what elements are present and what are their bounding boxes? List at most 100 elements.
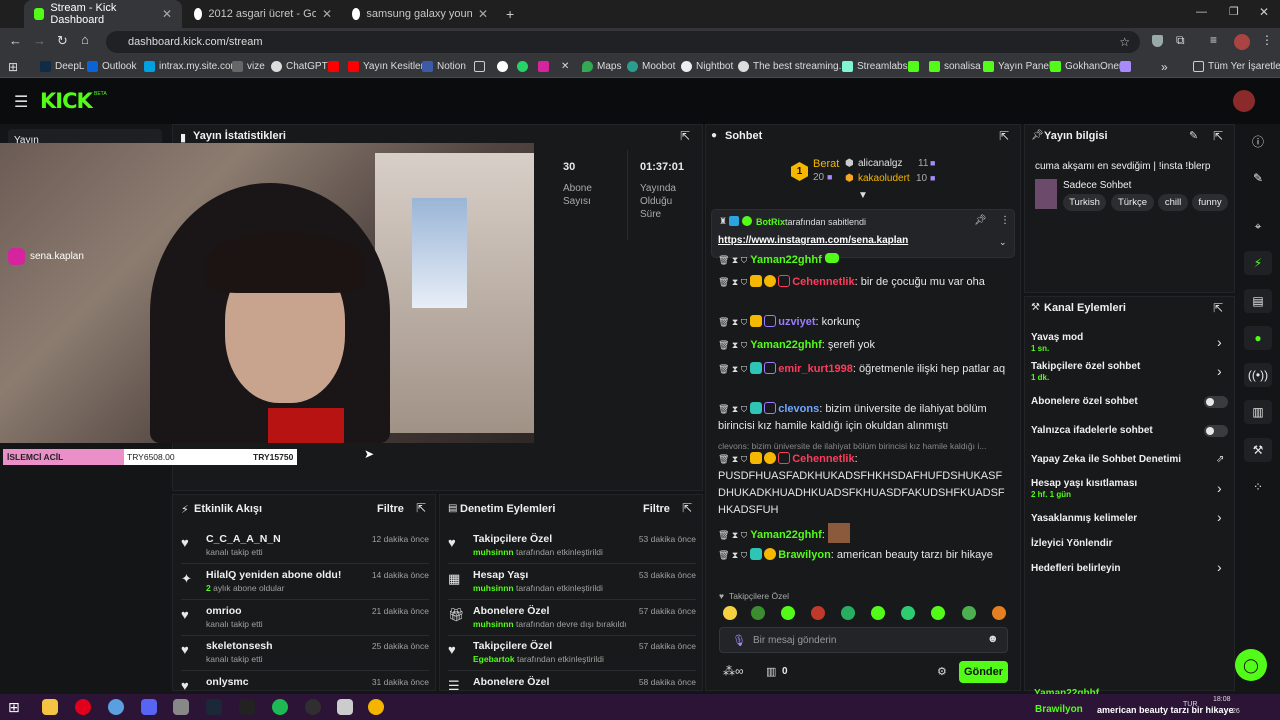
tag-pill[interactable]: chill xyxy=(1158,194,1188,211)
edit-icon[interactable]: ✎ xyxy=(1244,166,1272,190)
tag-pill[interactable]: Türkçe xyxy=(1111,194,1154,211)
info-icon[interactable]: ⓘ xyxy=(1244,129,1272,153)
apps-grid-icon[interactable]: ⊞ xyxy=(8,60,18,74)
tab-google-search-2[interactable]: samsung galaxy young - Googl ✕ xyxy=(342,0,498,28)
epic-games-icon[interactable] xyxy=(239,699,255,715)
bookmark-x[interactable]: ✕ xyxy=(561,61,569,72)
follower-chat-action[interactable]: Takipçilere özel sohbet 1 dk. xyxy=(1031,361,1140,382)
user-avatar[interactable] xyxy=(1233,90,1255,112)
media-control-icon[interactable]: ≡ xyxy=(1210,33,1217,47)
gifter-name[interactable]: kakaoludert xyxy=(858,173,910,184)
popout-icon[interactable]: ⇱ xyxy=(1213,129,1223,143)
emote-8-icon[interactable] xyxy=(931,606,945,620)
chat-message-input[interactable]: 🎙︎ Bir mesaj gönderin ☻ xyxy=(719,627,1008,653)
bookmark-nightbot[interactable]: Nightbot xyxy=(681,61,733,72)
popout-icon[interactable]: ⇱ xyxy=(680,129,690,143)
stream-info-icon[interactable]: ▥ xyxy=(1244,400,1272,424)
popout-icon[interactable]: ⇱ xyxy=(999,129,1009,143)
raid-action[interactable]: İzleyici Yönlendir xyxy=(1031,538,1113,549)
extensions-puzzle-icon[interactable]: ⧉ xyxy=(1176,33,1185,48)
activity-lightning-icon[interactable]: ⚡ xyxy=(1244,251,1272,275)
emote-7-icon[interactable] xyxy=(901,606,915,620)
popout-icon[interactable]: ⇱ xyxy=(1213,301,1223,315)
obs-icon[interactable] xyxy=(305,699,321,715)
gift-icon[interactable]: ▥ xyxy=(766,665,776,678)
tab-kick-dashboard[interactable]: Stream - Kick Dashboard ✕ xyxy=(24,0,182,28)
tag-pill[interactable]: funny xyxy=(1192,194,1228,211)
popout-icon[interactable]: ⇱ xyxy=(682,501,692,515)
tab-google-search-1[interactable]: 2012 asgari ücret - Google'da A ✕ xyxy=(184,0,342,28)
bookmark-streaming[interactable]: The best streaming... xyxy=(738,61,847,72)
reload-icon[interactable]: ↻ xyxy=(57,33,68,49)
account-age-action[interactable]: Hesap yaşı kısıtlaması 2 hf. 1 gün xyxy=(1031,478,1137,499)
bookmark-kick[interactable] xyxy=(908,61,919,72)
spotify-icon[interactable] xyxy=(272,699,288,715)
restore-icon[interactable]: ❐ xyxy=(1229,5,1239,18)
bookmark-deepl[interactable]: DeepL xyxy=(40,61,84,72)
bookmark-gokhanoner[interactable]: GokhanOner xyxy=(1050,61,1122,72)
bookmark-sonalisa[interactable]: sonalisa xyxy=(929,61,981,72)
app-icon[interactable] xyxy=(337,699,353,715)
bookmark-extra[interactable] xyxy=(1120,61,1131,72)
emote-2-icon[interactable] xyxy=(751,606,765,620)
chevron-right-icon[interactable]: › xyxy=(1217,559,1222,575)
back-icon[interactable]: ← xyxy=(9,33,22,48)
kick-logo[interactable]: KICK xyxy=(40,89,93,113)
discord-icon[interactable] xyxy=(141,699,157,715)
stream-video-preview[interactable] xyxy=(0,143,534,443)
mic-icon[interactable]: 🎙︎ xyxy=(732,634,746,647)
menu-kebab-icon[interactable]: ⋮ xyxy=(1261,33,1273,47)
send-button[interactable]: Gönder xyxy=(959,661,1008,683)
chevron-right-icon[interactable]: › xyxy=(1217,480,1222,496)
banned-words-action[interactable]: Yasaklanmış kelimeler xyxy=(1031,513,1137,524)
bookmark-youtube[interactable] xyxy=(328,61,339,72)
focus-icon[interactable]: ⌖ xyxy=(1244,214,1272,238)
folder-icon[interactable] xyxy=(474,61,485,72)
emote-only-toggle[interactable] xyxy=(1204,425,1228,437)
moderation-doc-icon[interactable]: ▤ xyxy=(1244,289,1272,313)
close-tab-icon[interactable]: ✕ xyxy=(478,7,488,21)
external-link-icon[interactable]: ⇗ xyxy=(1216,454,1224,465)
url-field[interactable]: dashboard.kick.com/stream ☆ xyxy=(106,31,1140,53)
clock-date[interactable]: 26 xyxy=(1232,708,1240,715)
emote-5-icon[interactable] xyxy=(841,606,855,620)
tools-icon[interactable]: ⚒ xyxy=(1244,438,1272,462)
bookmark-yayin-paneli[interactable]: Yayın Paneli xyxy=(983,61,1053,72)
bookmark-google[interactable] xyxy=(497,61,508,72)
settings-gear-icon[interactable]: ⚙ xyxy=(937,665,947,678)
new-tab-icon[interactable]: + xyxy=(506,6,514,22)
emote-6-icon[interactable] xyxy=(871,606,885,620)
clock-time[interactable]: 18:08 xyxy=(1213,696,1231,703)
emote-3-icon[interactable] xyxy=(781,606,795,620)
bookmark-chatgpt[interactable]: ChatGPT xyxy=(271,61,328,72)
bookmark-whatsapp[interactable] xyxy=(517,61,528,72)
bookmark-notion[interactable]: Notion xyxy=(422,61,466,72)
app-icon[interactable] xyxy=(173,699,189,715)
hamburger-menu-icon[interactable]: ☰ xyxy=(14,92,28,112)
apps-icon[interactable]: ⁘ xyxy=(1244,475,1272,499)
chrome-icon[interactable] xyxy=(368,699,384,715)
chat-icon[interactable]: ● xyxy=(1244,326,1272,350)
bookmark-moobot[interactable]: Moobot xyxy=(627,61,675,72)
more-bookmarks-icon[interactable]: » xyxy=(1161,60,1168,74)
windows-start-icon[interactable]: ⊞ xyxy=(8,699,20,716)
home-icon[interactable]: ⌂ xyxy=(81,32,89,47)
close-tab-icon[interactable]: ✕ xyxy=(322,7,332,21)
slow-mode-action[interactable]: Yavaş mod 1 sn. xyxy=(1031,332,1083,353)
help-chat-button[interactable]: ◯ xyxy=(1235,649,1267,681)
bookmark-instagram[interactable] xyxy=(538,61,549,72)
category-name[interactable]: Sadece Sohbet xyxy=(1063,180,1131,191)
more-options-icon[interactable]: ⋮ xyxy=(1000,215,1010,226)
popout-icon[interactable]: ⇱ xyxy=(416,501,426,515)
all-bookmarks[interactable]: Tüm Yer İşaretleri xyxy=(1193,61,1280,72)
set-goals-action[interactable]: Hedefleri belirleyin xyxy=(1031,563,1120,574)
edit-pencil-icon[interactable]: ✎ xyxy=(1189,129,1198,142)
pin-icon[interactable]: 📌︎ xyxy=(974,215,987,226)
bookmark-vize[interactable]: vize xyxy=(232,61,265,72)
chevron-right-icon[interactable]: › xyxy=(1217,363,1222,379)
bookmark-star-icon[interactable]: ☆ xyxy=(1119,35,1130,49)
steam-icon[interactable] xyxy=(206,699,222,715)
bookmark-maps[interactable]: Maps xyxy=(582,61,621,72)
profile-avatar[interactable] xyxy=(1234,34,1250,50)
bookmark-streamlabs[interactable]: Streamlabs xyxy=(842,61,908,72)
